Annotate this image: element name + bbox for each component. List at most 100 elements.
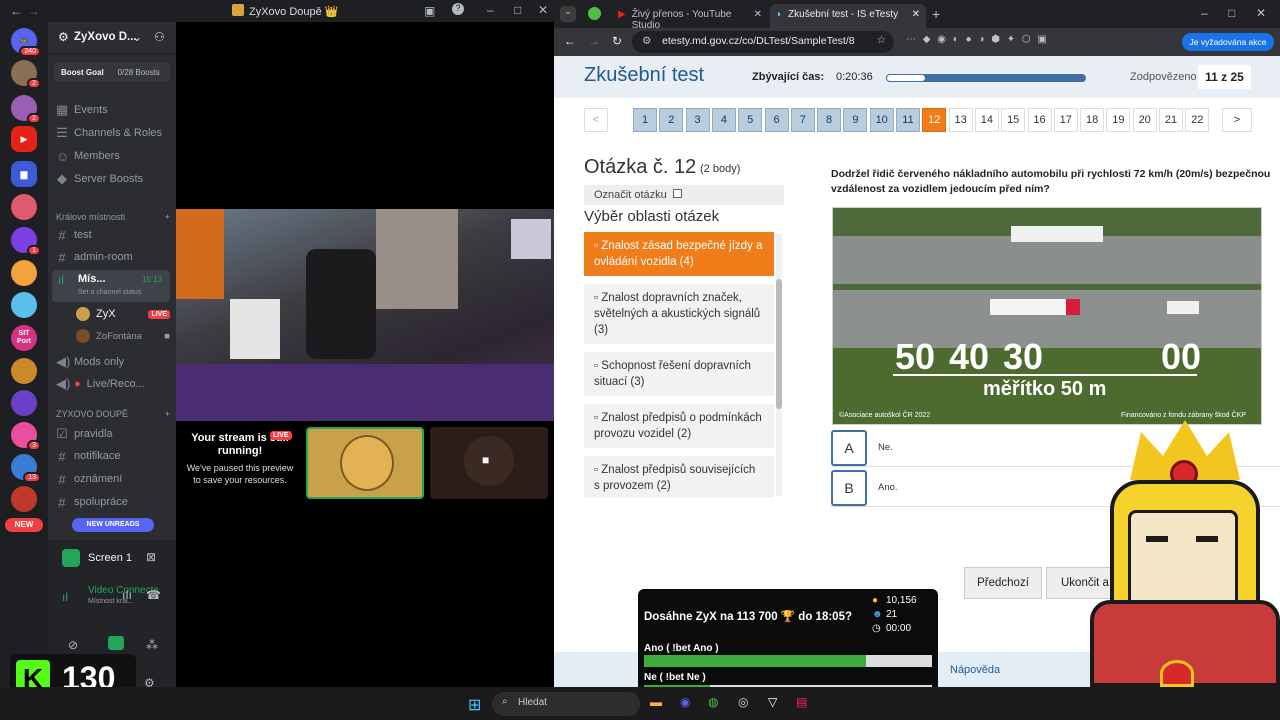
question-6-button[interactable]: 6 (764, 108, 789, 132)
prev-question-button[interactable]: < (584, 108, 608, 132)
voice-user[interactable]: ZyX LIVE (76, 304, 170, 324)
server-header[interactable]: ⚙ ZyXovo D... ⌄ ⚇ (48, 22, 176, 54)
server-icon[interactable] (11, 358, 37, 384)
new-badge[interactable]: NEW (5, 518, 43, 532)
nav-events[interactable]: ▦ Events (56, 100, 170, 120)
question-9-button[interactable]: 9 (843, 108, 868, 132)
mark-checkbox[interactable] (672, 189, 682, 198)
category-header[interactable]: Královo místnosti + (56, 207, 170, 227)
question-8-button[interactable]: 8 (817, 108, 842, 132)
channel-announcements[interactable]: # oznámení (56, 469, 170, 489)
question-2-button[interactable]: 2 (659, 108, 684, 132)
new-tab-icon[interactable]: + (932, 6, 940, 22)
voice-user[interactable]: ZoFontána ■ (76, 326, 170, 346)
scrollbar[interactable] (776, 234, 782, 496)
channel-mods-only[interactable]: ◀) Mods only (56, 352, 170, 372)
boost-goal-bar[interactable]: Boost Goal 0/28 Boosts (54, 62, 170, 82)
add-member-icon[interactable]: ⚇ (154, 30, 165, 44)
nav-members[interactable]: ☺ Members (56, 146, 170, 166)
channel-notifications[interactable]: # notifikace (56, 446, 170, 466)
youtube-server-icon[interactable]: ▶ (11, 126, 37, 152)
nav-server-boosts[interactable]: ◆ Server Boosts (56, 169, 170, 189)
tab-etesty[interactable]: ◗ Zkušební test - IS eTesty ✕ (770, 4, 926, 28)
dm-home-icon[interactable]: 🎮 240 (11, 28, 41, 57)
server-icon[interactable]: 2 (11, 60, 41, 89)
question-11-button[interactable]: 11 (896, 108, 920, 132)
question-15-button[interactable]: 15 (1001, 108, 1026, 132)
channel-admin-room[interactable]: # admin-room (56, 247, 170, 267)
question-1-button[interactable]: 1 (633, 108, 657, 132)
area-item[interactable]: ▫ Znalost předpisů souvisejících s provo… (584, 456, 774, 498)
footer-help-link[interactable]: Nápověda (950, 664, 1000, 676)
question-14-button[interactable]: 14 (974, 108, 999, 132)
answer-letter[interactable]: B (831, 470, 867, 506)
bookmark-star-icon[interactable]: ☆ (877, 34, 886, 46)
stop-share-icon[interactable]: ⊠ (146, 550, 156, 564)
scrollbar-thumb[interactable] (776, 279, 782, 409)
question-19-button[interactable]: 19 (1106, 108, 1131, 132)
server-icon[interactable] (11, 390, 37, 416)
question-3-button[interactable]: 3 (685, 108, 710, 132)
file-explorer-icon[interactable]: ▬ (650, 695, 662, 709)
forward-icon[interactable]: → (588, 34, 600, 48)
participant-tile[interactable] (306, 427, 424, 499)
area-item[interactable]: ▫ Znalost dopravních značek, světelných … (584, 284, 774, 344)
nav-channels-roles[interactable]: ☰ Channels & Roles (56, 123, 170, 143)
area-item[interactable]: ▫ Znalost zásad bezpečné jízdy a ovládán… (584, 232, 774, 276)
taskbar-search[interactable]: ⌕ Hledat (492, 692, 640, 716)
question-5-button[interactable]: 5 (738, 108, 763, 132)
sit-port-server-icon[interactable]: SIT Port (11, 325, 37, 351)
close-icon[interactable]: ✕ (538, 3, 548, 17)
plus-icon[interactable]: + (165, 212, 170, 222)
question-12-button[interactable]: 12 (922, 108, 947, 132)
server-icon[interactable] (11, 292, 37, 318)
inbox-icon[interactable]: ▣ (424, 4, 435, 18)
channel-status[interactable]: Set a channel status (78, 289, 141, 296)
close-tab-icon[interactable]: ✕ (912, 9, 920, 23)
close-tab-icon[interactable]: ✕ (754, 9, 762, 23)
server-icon[interactable]: 2 (11, 95, 41, 124)
activities-icon[interactable]: ⁂ (146, 638, 158, 652)
question-7-button[interactable]: 7 (790, 108, 815, 132)
server-icon[interactable] (11, 260, 37, 286)
channel-live-rec[interactable]: ◀) ● Live/Reco... (56, 374, 170, 394)
tab-youtube[interactable]: ▶ Živý přenos - YouTube Studio ✕ (612, 4, 768, 31)
windows-start-icon[interactable]: ⊞ (468, 695, 481, 715)
folder-icon[interactable]: ▆ (11, 161, 37, 187)
plus-icon[interactable]: + (165, 409, 170, 419)
maximize-icon[interactable]: □ (514, 3, 521, 17)
question-18-button[interactable]: 18 (1080, 108, 1105, 132)
chrome-icon[interactable]: ◍ (708, 695, 718, 709)
extensions-icons[interactable]: ⋯ ◆ ◉ ◐ ● ◑ ⬢ ✦ ⬡ ▣ (906, 34, 1049, 45)
channel-rules[interactable]: ☑ pravidla (56, 424, 170, 444)
stream-video[interactable] (176, 209, 554, 421)
minimize-icon[interactable]: – (487, 3, 494, 17)
server-icon[interactable] (11, 486, 37, 512)
action-required-button[interactable]: Je vyžadována akce (1182, 33, 1274, 51)
mark-question[interactable]: Označit otázku (584, 185, 784, 205)
voice-channel-active[interactable]: ıl Mís... 15:13 Set a channel status (52, 270, 170, 302)
close-icon[interactable]: ✕ (1256, 6, 1266, 20)
question-21-button[interactable]: 21 (1159, 108, 1183, 132)
address-bar[interactable]: ⚙ etesty.md.gov.cz/co/DLTest/SampleTest/… (632, 31, 894, 53)
category-header[interactable]: ZYXOVO DOUPĚ + (56, 404, 170, 424)
forward-arrow-icon[interactable]: → (28, 4, 40, 18)
server-icon[interactable]: 13 (11, 454, 41, 483)
question-17-button[interactable]: 17 (1053, 108, 1078, 132)
channel-test[interactable]: # test (56, 225, 170, 245)
disconnect-icon[interactable]: ☎ (146, 588, 161, 602)
tab-search-icon[interactable]: ⌄ (560, 6, 576, 22)
area-item[interactable]: ▫ Schopnost řešení dopravních situací (3… (584, 352, 774, 396)
maximize-icon[interactable]: □ (1228, 6, 1235, 20)
server-icon[interactable]: 1 (11, 227, 41, 256)
noise-icon[interactable]: ıIı (122, 588, 132, 602)
previous-button[interactable]: Předchozí (964, 567, 1042, 599)
next-question-button[interactable]: > (1222, 108, 1252, 132)
channel-cooperation[interactable]: # spolupráce (56, 492, 170, 512)
area-item[interactable]: ▫ Znalost předpisů o podmínkách provozu … (584, 404, 774, 448)
reload-icon[interactable]: ↻ (612, 34, 622, 48)
question-22-button[interactable]: 22 (1185, 108, 1210, 132)
minimize-icon[interactable]: – (1201, 6, 1208, 20)
back-icon[interactable]: ← (564, 34, 576, 48)
answer-letter[interactable]: A (831, 430, 867, 466)
